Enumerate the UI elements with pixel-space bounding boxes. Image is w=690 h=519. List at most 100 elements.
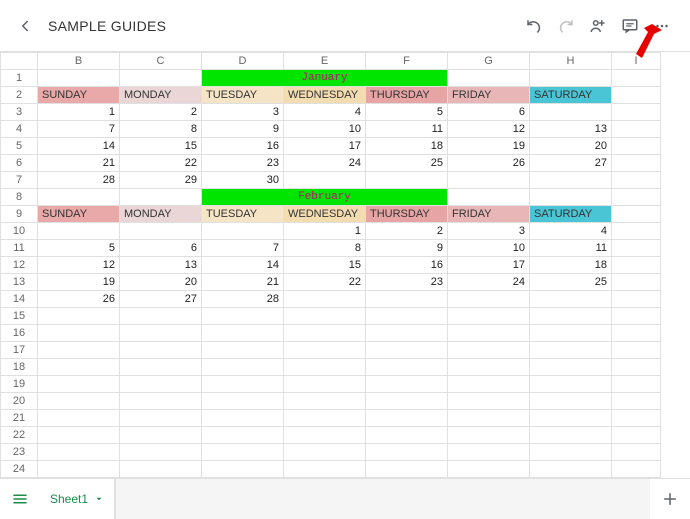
col-header[interactable]: E: [284, 53, 366, 70]
cell[interactable]: 14: [38, 138, 120, 155]
row-header[interactable]: 15: [1, 308, 38, 325]
cell[interactable]: 7: [38, 121, 120, 138]
row-header[interactable]: 9: [1, 206, 38, 223]
cell[interactable]: 27: [120, 291, 202, 308]
cell[interactable]: [448, 308, 530, 325]
row-header[interactable]: 4: [1, 121, 38, 138]
cell[interactable]: [366, 427, 448, 444]
cell[interactable]: 2: [366, 223, 448, 240]
cell[interactable]: 13: [120, 257, 202, 274]
col-header[interactable]: C: [120, 53, 202, 70]
cell-day[interactable]: WEDNESDAY: [284, 206, 366, 223]
cell[interactable]: 8: [120, 121, 202, 138]
row-header[interactable]: 2: [1, 87, 38, 104]
cell[interactable]: [120, 393, 202, 410]
cell[interactable]: [530, 291, 612, 308]
cell[interactable]: [448, 393, 530, 410]
cell[interactable]: 27: [530, 155, 612, 172]
row-header[interactable]: 21: [1, 410, 38, 427]
cell[interactable]: 22: [120, 155, 202, 172]
cell[interactable]: [612, 138, 661, 155]
cell[interactable]: 6: [120, 240, 202, 257]
cell[interactable]: 1: [284, 223, 366, 240]
cell-day[interactable]: MONDAY: [120, 206, 202, 223]
cell[interactable]: [120, 359, 202, 376]
row-header[interactable]: 14: [1, 291, 38, 308]
cell[interactable]: 4: [284, 104, 366, 121]
row-header[interactable]: 16: [1, 325, 38, 342]
row-header[interactable]: 1: [1, 70, 38, 87]
row-header[interactable]: 5: [1, 138, 38, 155]
cell[interactable]: [448, 444, 530, 461]
cell[interactable]: [612, 274, 661, 291]
cell[interactable]: [38, 444, 120, 461]
cell[interactable]: [530, 172, 612, 189]
cell[interactable]: 25: [530, 274, 612, 291]
cell[interactable]: [38, 223, 120, 240]
cell[interactable]: [284, 291, 366, 308]
cell[interactable]: [284, 461, 366, 478]
row-header[interactable]: 20: [1, 393, 38, 410]
cell[interactable]: [530, 376, 612, 393]
cell[interactable]: [284, 308, 366, 325]
cell[interactable]: [612, 70, 661, 87]
cell[interactable]: 21: [38, 155, 120, 172]
cell[interactable]: [612, 461, 661, 478]
cell[interactable]: [612, 342, 661, 359]
cell-day[interactable]: MONDAY: [120, 87, 202, 104]
cell[interactable]: 25: [366, 155, 448, 172]
cell[interactable]: [366, 376, 448, 393]
cell[interactable]: 2: [120, 104, 202, 121]
cell[interactable]: [612, 308, 661, 325]
cell[interactable]: [284, 444, 366, 461]
cell[interactable]: [202, 427, 284, 444]
cell[interactable]: [448, 427, 530, 444]
row-header[interactable]: 10: [1, 223, 38, 240]
cell[interactable]: [530, 461, 612, 478]
cell-day[interactable]: TUESDAY: [202, 206, 284, 223]
cell[interactable]: 26: [38, 291, 120, 308]
cell[interactable]: [38, 189, 120, 206]
cell[interactable]: [120, 70, 202, 87]
cell[interactable]: [530, 427, 612, 444]
cell[interactable]: [448, 172, 530, 189]
cell[interactable]: [612, 87, 661, 104]
cell[interactable]: [530, 359, 612, 376]
col-header[interactable]: G: [448, 53, 530, 70]
cell[interactable]: [612, 104, 661, 121]
cell[interactable]: [284, 359, 366, 376]
cell[interactable]: 7: [202, 240, 284, 257]
cell[interactable]: [612, 359, 661, 376]
cell[interactable]: 23: [202, 155, 284, 172]
cell[interactable]: [366, 359, 448, 376]
sheet-tab[interactable]: Sheet1: [40, 479, 115, 519]
col-header[interactable]: D: [202, 53, 284, 70]
undo-button[interactable]: [518, 10, 550, 42]
cell[interactable]: 10: [448, 240, 530, 257]
cell[interactable]: 20: [530, 138, 612, 155]
cell[interactable]: 16: [202, 138, 284, 155]
cell-day[interactable]: THURSDAY: [366, 206, 448, 223]
cell[interactable]: 11: [530, 240, 612, 257]
cell[interactable]: [120, 427, 202, 444]
cell[interactable]: [120, 376, 202, 393]
cell[interactable]: [38, 410, 120, 427]
cell[interactable]: [38, 308, 120, 325]
col-header[interactable]: H: [530, 53, 612, 70]
cell[interactable]: [284, 393, 366, 410]
col-header[interactable]: F: [366, 53, 448, 70]
cell[interactable]: [612, 206, 661, 223]
row-header[interactable]: 11: [1, 240, 38, 257]
cell[interactable]: [38, 461, 120, 478]
cell[interactable]: [530, 308, 612, 325]
cell[interactable]: [530, 393, 612, 410]
cell[interactable]: [612, 393, 661, 410]
cell-day[interactable]: SATURDAY: [530, 206, 612, 223]
redo-button[interactable]: [550, 10, 582, 42]
cell-month[interactable]: January: [202, 70, 448, 87]
share-button[interactable]: [582, 10, 614, 42]
cell[interactable]: [284, 410, 366, 427]
cell[interactable]: [202, 359, 284, 376]
cell[interactable]: 18: [530, 257, 612, 274]
add-sheet-button[interactable]: [650, 479, 690, 519]
